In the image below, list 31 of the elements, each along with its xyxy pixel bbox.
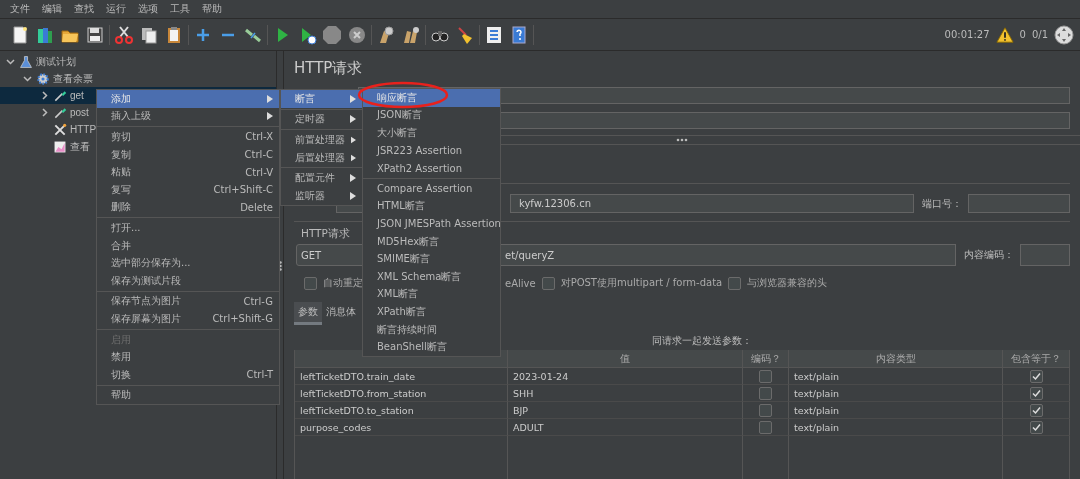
table-cell: SHH xyxy=(508,385,743,402)
shortcut-text: Ctrl-G xyxy=(243,295,273,307)
table-cell: 2023-01-24 xyxy=(508,368,743,385)
table-cell: leftTicketDTO.from_station xyxy=(295,385,508,402)
table-cell: text/plain xyxy=(789,385,1003,402)
elapsed-time: 00:01:27 xyxy=(944,29,990,40)
table-cell: BJP xyxy=(508,402,743,419)
panel-title: HTTP请求 xyxy=(294,59,364,79)
shortcut-text: Ctrl-T xyxy=(246,369,273,381)
table-cell: ADULT xyxy=(508,419,743,436)
warning-count: 0 xyxy=(1019,29,1026,40)
table-cell: leftTicketDTO.train_date xyxy=(295,368,508,385)
table-cell: text/plain xyxy=(789,368,1003,385)
table-caption: 同请求一起发送参数： xyxy=(652,335,752,346)
shortcut-text: Ctrl-C xyxy=(244,149,273,161)
table-cell: text/plain xyxy=(789,419,1003,436)
table-cell: text/plain xyxy=(789,402,1003,419)
option-label: 与浏览器兼容的头 xyxy=(747,276,828,290)
option-label: 对POST使用multipart / form-data xyxy=(560,276,723,290)
shortcut-text: Ctrl+Shift-G xyxy=(212,313,273,325)
port-label: 端口号： xyxy=(922,196,963,211)
shortcut-text: Ctrl+Shift-C xyxy=(213,184,273,196)
thread-count: 0/1 xyxy=(1031,29,1048,40)
shortcut-text: Ctrl-V xyxy=(245,166,273,178)
table-cell: purpose_codes xyxy=(295,419,508,436)
option-label: 自动重定 xyxy=(323,276,363,290)
table-cell: leftTicketDTO.to_station xyxy=(295,402,508,419)
option-label: eAlive xyxy=(505,277,536,289)
shortcut-text: Ctrl-X xyxy=(245,131,273,143)
encoding-label: 内容编码： xyxy=(964,248,1015,262)
shortcut-text: Delete xyxy=(240,201,273,213)
